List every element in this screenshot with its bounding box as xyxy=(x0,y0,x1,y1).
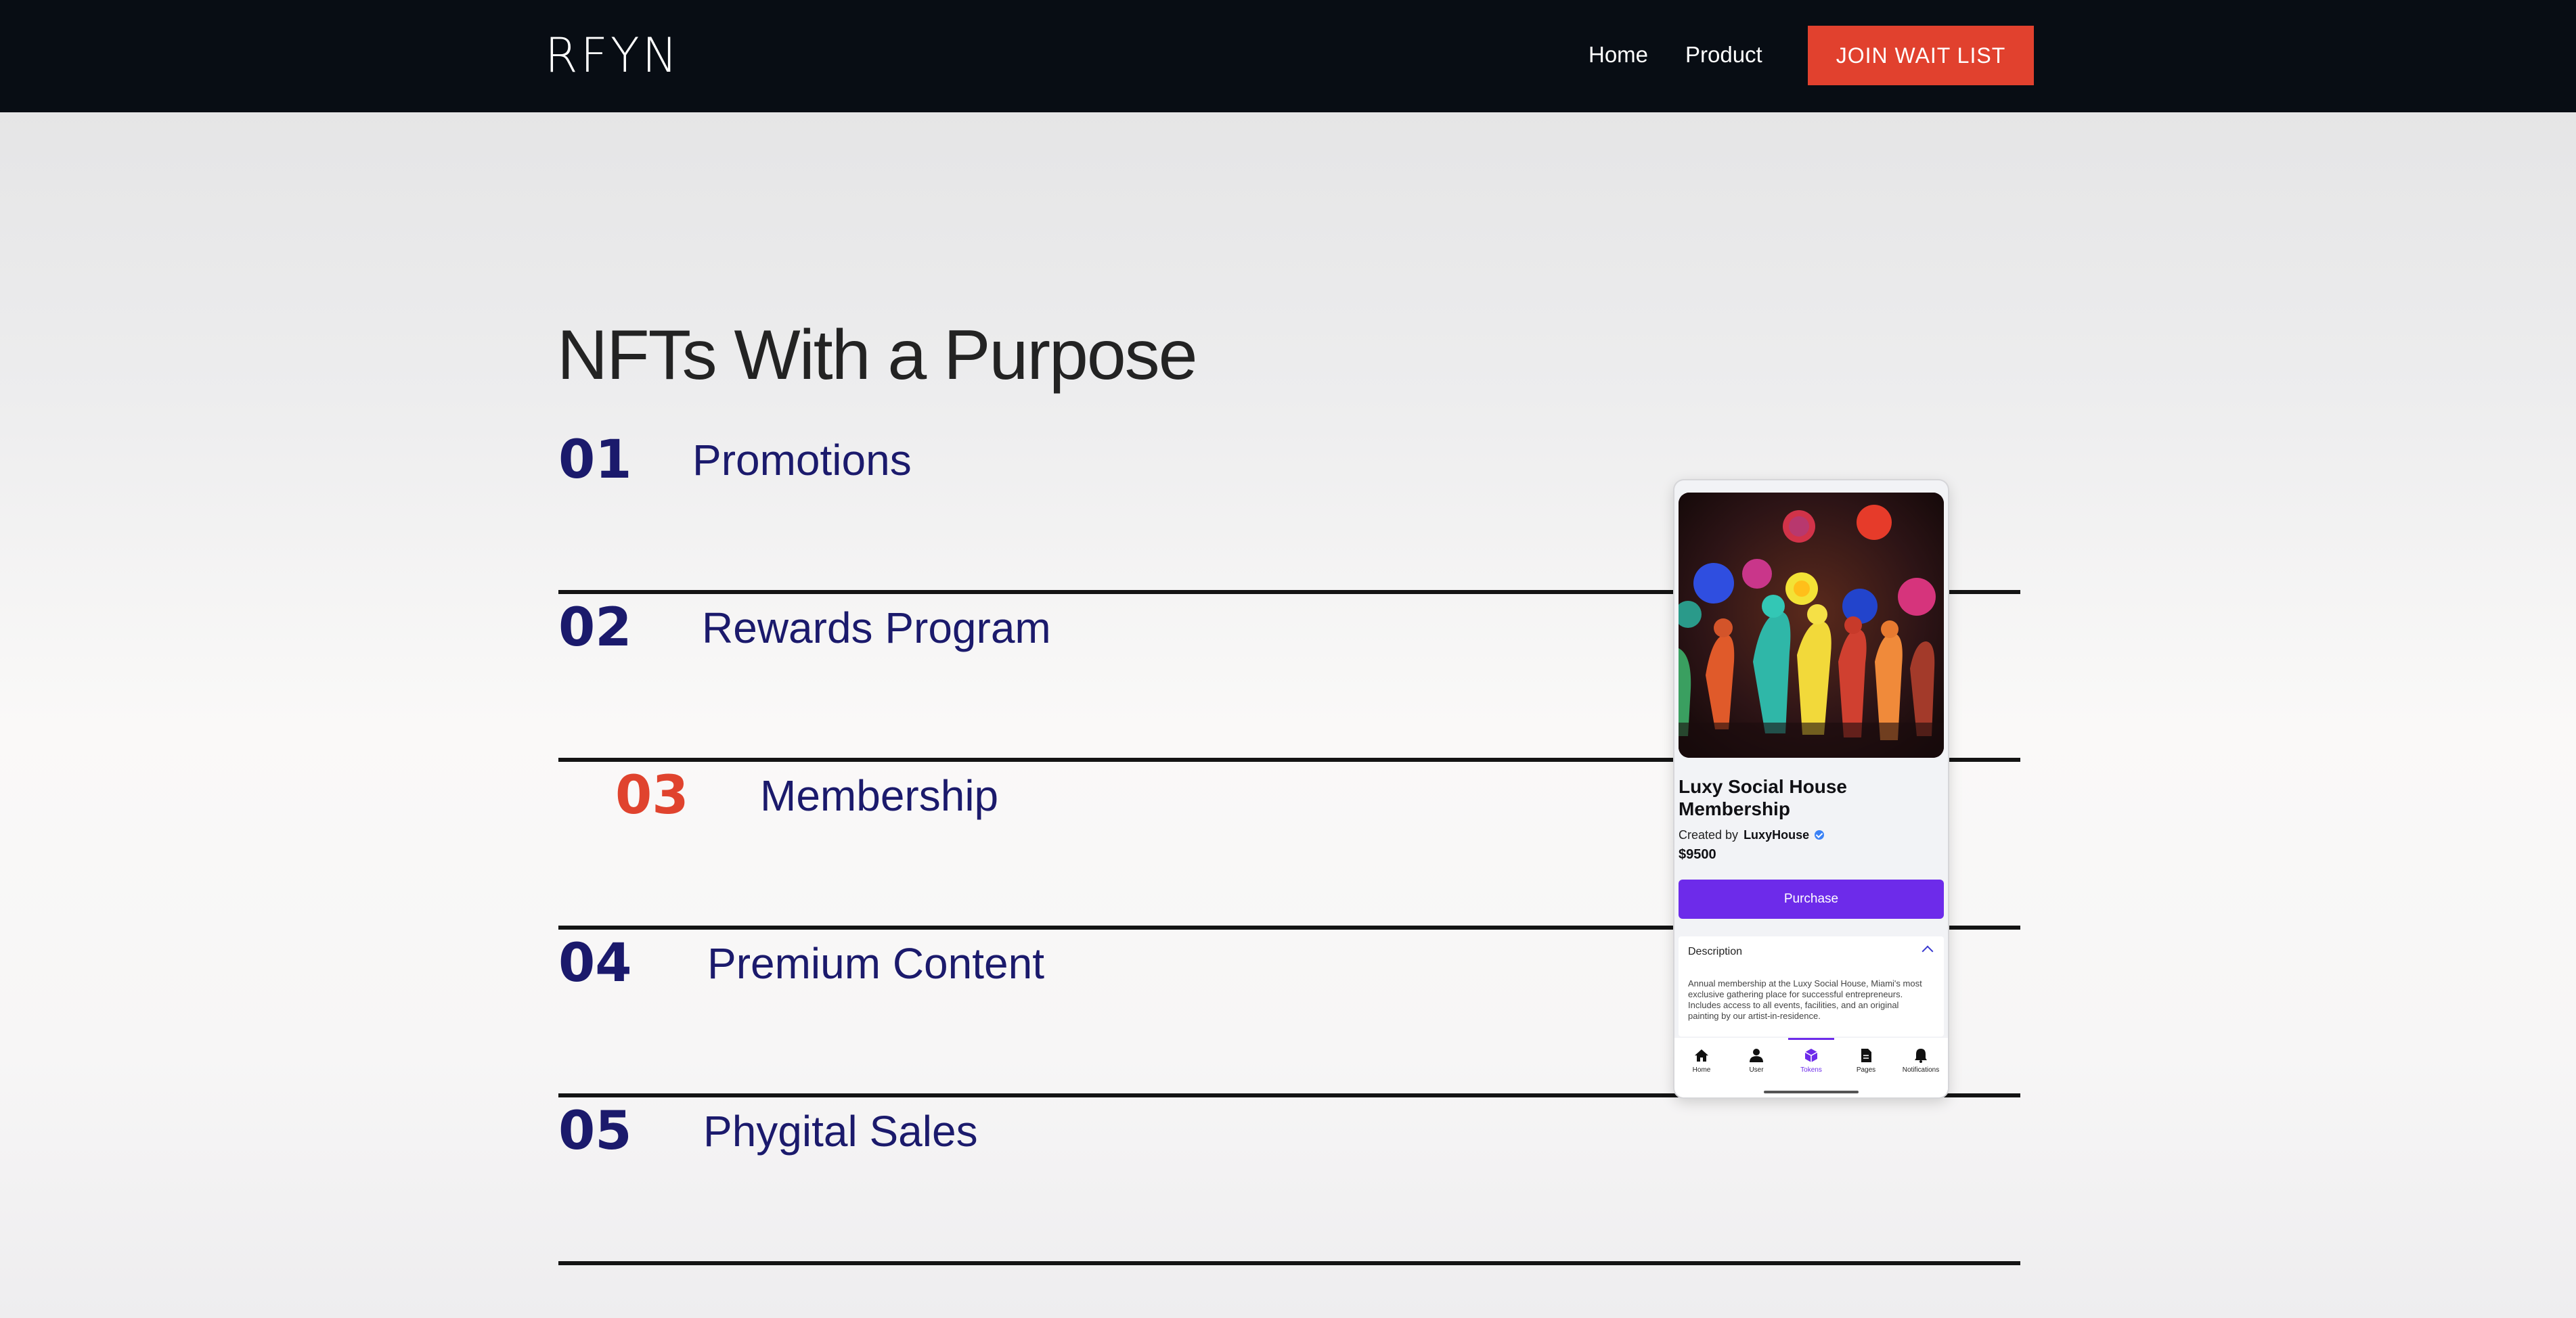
page-title: NFTs With a Purpose xyxy=(557,315,1198,394)
nft-title: Luxy Social House Membership xyxy=(1679,776,1847,819)
item-number: 04 xyxy=(558,933,632,994)
item-number: 03 xyxy=(615,765,689,826)
item-label: Phygital Sales xyxy=(703,1107,978,1156)
item-number: 05 xyxy=(558,1101,632,1162)
description-text: Annual membership at the Luxy Social Hou… xyxy=(1688,978,1922,1021)
item-divider xyxy=(558,1261,2020,1265)
tab-tokens[interactable]: Tokens xyxy=(1784,1047,1838,1074)
nft-price: $9500 xyxy=(1679,847,1716,862)
nav-link-product[interactable]: Product xyxy=(1685,39,1762,70)
rfyn-logo[interactable]: RFYN xyxy=(545,28,680,83)
chevron-up-icon[interactable] xyxy=(1922,945,1934,957)
purchase-button[interactable]: Purchase xyxy=(1679,880,1944,919)
item-label: Premium Content xyxy=(707,939,1044,988)
description-header[interactable]: Description xyxy=(1688,946,1742,958)
creator-name[interactable]: LuxyHouse xyxy=(1744,827,1809,843)
item-number: 02 xyxy=(558,597,632,658)
bell-icon xyxy=(1915,1049,1927,1063)
top-navbar: RFYN Home Product JOIN WAIT LIST xyxy=(0,0,2576,112)
tab-label: Pages xyxy=(1856,1066,1876,1074)
purpose-item-phygital-sales[interactable]: 05 Phygital Sales xyxy=(558,1097,2020,1265)
home-icon xyxy=(1695,1049,1708,1062)
tab-home[interactable]: Home xyxy=(1674,1047,1729,1074)
nft-artwork-painting xyxy=(1679,493,1944,758)
tab-notifications[interactable]: Notifications xyxy=(1894,1047,1948,1074)
item-number: 01 xyxy=(558,430,632,491)
tab-label: Notifications xyxy=(1902,1066,1940,1074)
tab-pages[interactable]: Pages xyxy=(1839,1047,1893,1074)
bottom-tab-bar: Home User Tokens Pages Notifications xyxy=(1674,1038,1948,1097)
creator-line: Created by LuxyHouse xyxy=(1679,827,1825,843)
item-label: Promotions xyxy=(692,436,912,484)
tab-user[interactable]: User xyxy=(1729,1047,1783,1074)
description-accordion[interactable]: Description Annual membership at the Lux… xyxy=(1679,936,1944,1037)
phone-mockup: Luxy Social House Membership Created by … xyxy=(1674,480,1948,1097)
home-indicator xyxy=(1764,1091,1859,1093)
tab-label: Home xyxy=(1692,1066,1711,1074)
item-label: Membership xyxy=(760,771,999,820)
tab-label: Tokens xyxy=(1800,1066,1822,1074)
item-label: Rewards Program xyxy=(702,604,1051,652)
tab-label: User xyxy=(1749,1066,1764,1074)
pages-icon xyxy=(1861,1049,1871,1062)
nav-link-home[interactable]: Home xyxy=(1589,39,1648,70)
join-wait-list-button[interactable]: JOIN WAIT LIST xyxy=(1808,26,2034,85)
nft-artwork-image xyxy=(1679,493,1944,758)
tokens-icon xyxy=(1804,1049,1818,1062)
user-icon xyxy=(1750,1049,1763,1062)
verified-badge-icon xyxy=(1815,830,1825,840)
created-by-label: Created by xyxy=(1679,828,1739,842)
active-tab-indicator xyxy=(1788,1038,1834,1040)
